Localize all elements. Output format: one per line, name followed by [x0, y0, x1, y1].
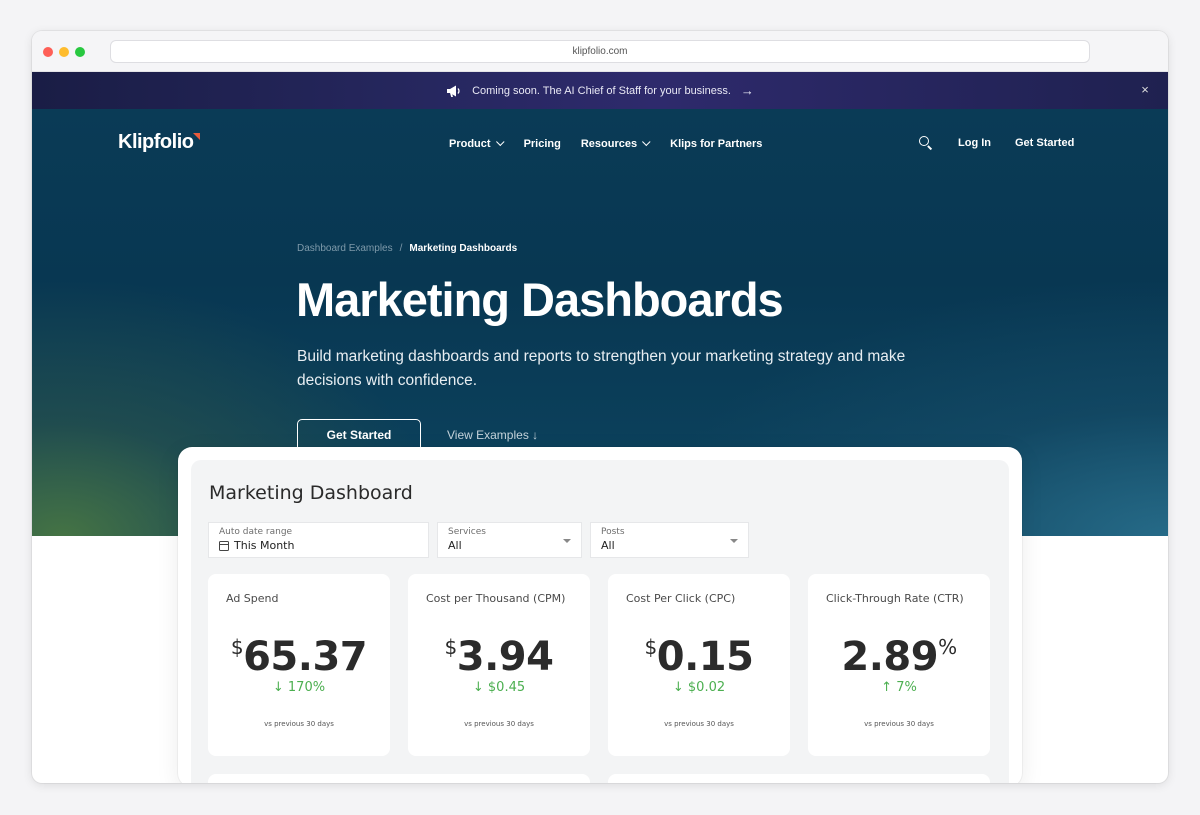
megaphone-icon — [447, 85, 460, 97]
browser-window: klipfolio.com Coming soon. The AI Chief … — [32, 31, 1168, 783]
close-window-button[interactable] — [43, 47, 53, 57]
breadcrumb: Dashboard Examples / Marketing Dashboard… — [297, 243, 517, 254]
dashboard-title: Marketing Dashboard — [209, 482, 413, 504]
metric-delta: ↓ $0.02 — [672, 680, 726, 695]
metric-label: Ad Spend — [226, 592, 279, 605]
chevron-down-icon — [563, 539, 571, 543]
filter-value: All — [601, 539, 615, 552]
metric-value: 2.89% — [841, 634, 957, 680]
announcement-link[interactable]: Coming soon. The AI Chief of Staff for y… — [32, 72, 1168, 109]
breadcrumb-link-dashboard-examples[interactable]: Dashboard Examples — [297, 243, 393, 254]
chevron-down-icon — [642, 137, 651, 147]
browser-chrome: klipfolio.com — [32, 31, 1168, 72]
metric-delta: ↑ 7% — [881, 680, 917, 695]
services-filter[interactable]: Services All — [437, 522, 582, 558]
metric-footnote: vs previous 30 days — [864, 720, 934, 728]
metric-card-ctr: Click-Through Rate (CTR) 2.89% ↑ 7% vs p… — [808, 574, 990, 756]
filter-value: All — [448, 539, 462, 552]
dashboard-preview: Marketing Dashboard Auto date range This… — [178, 447, 1022, 783]
breadcrumb-current: Marketing Dashboards — [409, 243, 518, 254]
calendar-icon — [219, 540, 229, 551]
posts-filter[interactable]: Posts All — [590, 522, 749, 558]
chart-card — [608, 774, 990, 783]
page-subtitle: Build marketing dashboards and reports t… — [297, 348, 906, 389]
nav-label: Resources — [580, 138, 638, 150]
nav-label: Pricing — [523, 138, 561, 150]
metric-label: Cost Per Click (CPC) — [626, 592, 736, 605]
close-icon[interactable]: × — [1138, 83, 1152, 97]
minimize-window-button[interactable] — [59, 47, 69, 57]
metric-footnote: vs previous 30 days — [664, 720, 734, 728]
metric-card-ad-spend: Ad Spend $65.37 ↓ 170% vs previous 30 da… — [208, 574, 390, 756]
metric-card-cpc: Cost Per Click (CPC) $0.15 ↓ $0.02 vs pr… — [608, 574, 790, 756]
logo-mark-icon — [193, 133, 201, 140]
maximize-window-button[interactable] — [75, 47, 85, 57]
metric-value: $3.94 — [444, 634, 554, 680]
metric-delta: ↓ 170% — [272, 680, 326, 695]
metric-label: Cost per Thousand (CPM) — [426, 592, 566, 605]
main-nav: Product Pricing Resources Klips for Part… — [449, 137, 762, 150]
metric-delta: ↓ $0.45 — [472, 680, 526, 695]
nav-item-pricing[interactable]: Pricing — [524, 138, 561, 150]
dashboard-canvas: Marketing Dashboard Auto date range This… — [191, 460, 1009, 783]
metric-value: $65.37 — [230, 634, 368, 680]
date-range-filter[interactable]: Auto date range This Month — [208, 522, 429, 558]
login-link[interactable]: Log In — [958, 137, 991, 149]
address-bar[interactable]: klipfolio.com — [110, 40, 1090, 63]
filter-label: Auto date range — [219, 527, 293, 537]
logo-text: Klipfolio — [118, 131, 194, 153]
arrow-right-icon: → — [740, 83, 754, 98]
announcement-bar: Coming soon. The AI Chief of Staff for y… — [32, 72, 1168, 109]
chevron-down-icon — [730, 539, 738, 543]
metric-footnote: vs previous 30 days — [264, 720, 334, 728]
header-actions: Log In Get Started — [918, 135, 1074, 151]
nav-item-product[interactable]: Product — [449, 137, 505, 150]
filter-label: Services — [448, 527, 486, 537]
chart-card — [208, 774, 590, 783]
metric-footnote: vs previous 30 days — [464, 720, 534, 728]
nav-label: Klips for Partners — [670, 138, 763, 150]
metric-label: Click-Through Rate (CTR) — [826, 592, 964, 605]
klipfolio-logo[interactable]: Klipfolio — [118, 131, 201, 154]
announcement-text: Coming soon. The AI Chief of Staff for y… — [472, 84, 731, 97]
nav-item-klips-for-partners[interactable]: Klips for Partners — [670, 138, 762, 150]
search-icon[interactable] — [918, 135, 934, 151]
breadcrumb-separator: / — [399, 243, 403, 254]
filter-label: Posts — [601, 527, 625, 537]
nav-label: Product — [449, 138, 491, 150]
metric-card-cpm: Cost per Thousand (CPM) $3.94 ↓ $0.45 vs… — [408, 574, 590, 756]
metric-value: $0.15 — [644, 634, 754, 680]
chevron-down-icon — [495, 137, 505, 147]
filter-value: This Month — [234, 539, 295, 552]
nav-item-resources[interactable]: Resources — [580, 137, 651, 150]
view-examples-link[interactable]: View Examples ↓ — [447, 428, 538, 442]
page-title: Marketing Dashboards — [296, 273, 784, 326]
header-get-started-link[interactable]: Get Started — [1015, 137, 1074, 149]
